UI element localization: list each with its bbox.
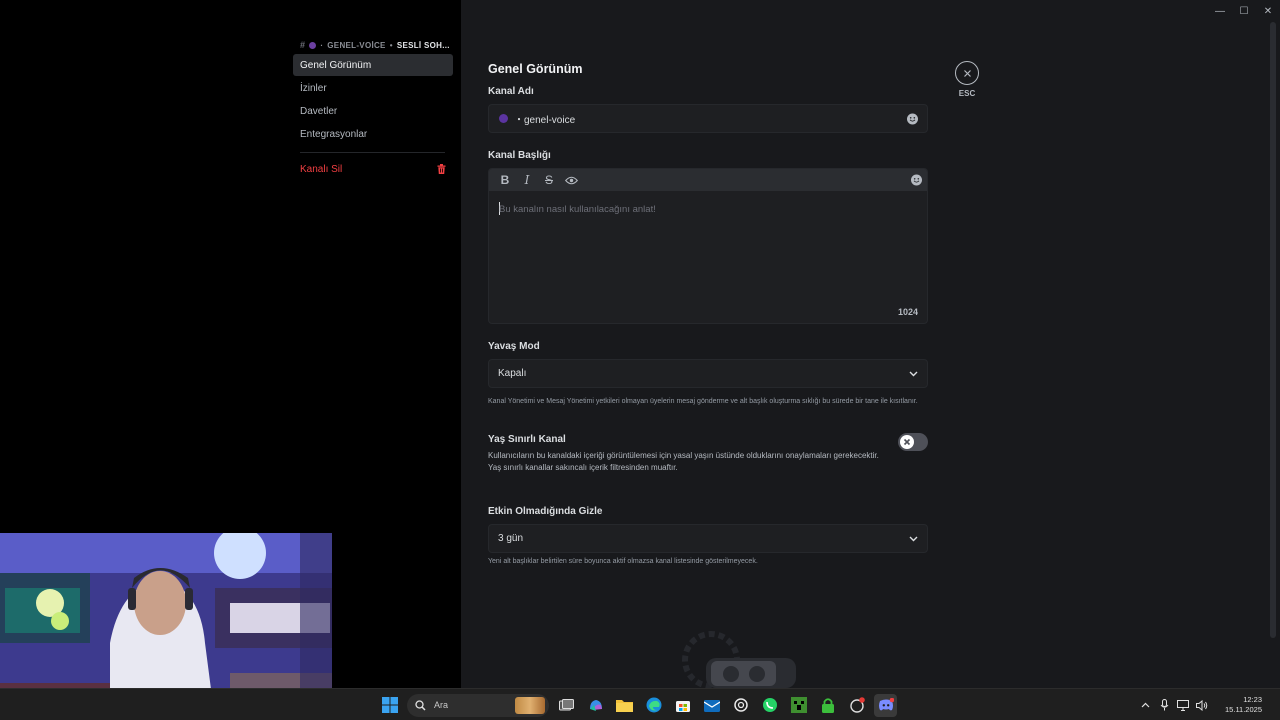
system-tray: 12:23 15.11.2025 xyxy=(1139,689,1262,720)
delete-channel-button[interactable]: Kanalı Sil xyxy=(293,158,453,180)
slowmode-help: Kanal Yönetimi ve Mesaj Yönetimi yetkile… xyxy=(488,398,918,405)
slowmode-select[interactable]: Kapalı xyxy=(488,359,928,388)
breadcrumb-channel: GENEL-VOİCE xyxy=(327,40,386,50)
age-restricted-label: Yaş Sınırlı Kanal xyxy=(488,434,566,445)
mail-icon[interactable] xyxy=(700,694,723,717)
chevron-down-icon xyxy=(909,536,918,542)
age-restricted-description: Kullanıcıların bu kanaldaki içeriği görü… xyxy=(488,451,879,472)
delete-channel-label: Kanalı Sil xyxy=(300,163,343,175)
italic-button[interactable]: I xyxy=(516,170,538,190)
hide-after-inactivity-help: Yeni alt başlıklar belirtilen süre boyun… xyxy=(488,558,758,565)
window-controls: — ☐ ✕ xyxy=(1208,0,1280,22)
search-highlight-icon xyxy=(515,696,545,714)
hide-after-inactivity-label: Etkin Olmadığında Gizle xyxy=(488,506,603,517)
emoji-picker-icon[interactable] xyxy=(907,113,918,124)
windows-start-icon[interactable] xyxy=(378,694,401,717)
slowmode-value: Kapalı xyxy=(498,368,527,379)
sidebar-item-invites[interactable]: Davetler xyxy=(293,100,453,122)
character-counter: 1024 xyxy=(897,307,918,317)
sidebar-divider xyxy=(300,152,445,153)
spoiler-eye-icon[interactable] xyxy=(560,170,582,190)
breadcrumb: # · GENEL-VOİCE • SESLİ SOH... xyxy=(300,40,450,50)
channel-emoji-icon xyxy=(309,41,317,49)
page-title: Genel Görünüm xyxy=(488,62,583,76)
taskbar-search[interactable]: Ara xyxy=(407,693,549,717)
channel-emoji-icon xyxy=(499,114,508,123)
bold-button[interactable]: B xyxy=(494,170,516,190)
close-window-button[interactable]: ✕ xyxy=(1256,0,1280,22)
close-settings-button[interactable] xyxy=(955,61,979,85)
volume-icon[interactable] xyxy=(1196,699,1208,711)
minecraft-icon[interactable] xyxy=(787,694,810,717)
chevron-down-icon xyxy=(909,371,918,377)
minimize-button[interactable]: — xyxy=(1208,0,1232,22)
microsoft-store-icon[interactable] xyxy=(671,694,694,717)
channel-name-label: Kanal Adı xyxy=(488,86,534,97)
channel-topic-editor[interactable]: B I S Bu kanalın nasıl kullanılacağını a… xyxy=(488,168,928,324)
settings-content: — ☐ ✕ Genel Görünüm Kanal Adı ・genel-voi… xyxy=(461,0,1280,688)
close-icon xyxy=(963,69,971,77)
breadcrumb-category: SESLİ SOH... xyxy=(396,40,450,50)
copilot-icon[interactable] xyxy=(584,694,607,717)
taskbar: Ara 12:23 15.11.2025 xyxy=(0,688,1280,720)
emoji-picker-icon[interactable] xyxy=(911,174,922,186)
network-icon[interactable] xyxy=(1177,699,1190,711)
taskbar-clock[interactable]: 12:23 15.11.2025 xyxy=(1225,695,1262,715)
taskbar-search-label: Ara xyxy=(434,700,449,710)
clock-date: 15.11.2025 xyxy=(1225,705,1262,714)
file-explorer-icon[interactable] xyxy=(613,694,636,717)
close-settings: ESC xyxy=(955,61,979,98)
sidebar-item-permissions[interactable]: İzinler xyxy=(293,77,453,99)
edge-browser-icon[interactable] xyxy=(642,694,665,717)
task-view-icon[interactable] xyxy=(555,694,578,717)
discord-icon[interactable] xyxy=(874,693,897,717)
toggle-off-x-icon xyxy=(900,435,914,449)
hide-after-inactivity-select[interactable]: 3 gün xyxy=(488,524,928,553)
maximize-button[interactable]: ☐ xyxy=(1232,0,1256,22)
esc-hint: ESC xyxy=(958,89,976,98)
channel-topic-label: Kanal Başlığı xyxy=(488,150,551,161)
age-restricted-toggle[interactable] xyxy=(898,433,928,451)
sidebar-item-integrations[interactable]: Entegrasyonlar xyxy=(293,123,453,145)
search-icon xyxy=(415,699,426,711)
trash-icon xyxy=(437,164,446,174)
strikethrough-button[interactable]: S xyxy=(538,170,560,190)
scrollbar[interactable] xyxy=(1270,22,1276,638)
gear-illustration-icon xyxy=(682,631,796,688)
clock-time: 12:23 xyxy=(1243,695,1262,704)
vpn-lock-icon[interactable] xyxy=(816,694,839,717)
slowmode-label: Yavaş Mod xyxy=(488,341,540,352)
sidebar-item-overview[interactable]: Genel Görünüm xyxy=(293,54,453,76)
channel-name-value: ・genel-voice xyxy=(514,115,576,126)
settings-nav: Genel Görünüm İzinler Davetler Entegrasy… xyxy=(293,54,453,181)
format-toolbar: B I S xyxy=(489,169,927,191)
taskbar-apps: Ara xyxy=(378,689,897,720)
app-notification-icon[interactable] xyxy=(845,694,868,717)
hash-icon: # xyxy=(300,40,306,50)
chatgpt-icon[interactable] xyxy=(729,694,752,717)
channel-name-input[interactable]: ・genel-voice xyxy=(488,104,928,133)
whatsapp-icon[interactable] xyxy=(758,694,781,717)
microphone-icon[interactable] xyxy=(1158,699,1170,711)
chevron-up-icon[interactable] xyxy=(1139,699,1151,711)
topic-placeholder: Bu kanalın nasıl kullanılacağını anlat! xyxy=(499,204,656,215)
hide-after-inactivity-value: 3 gün xyxy=(498,533,524,544)
